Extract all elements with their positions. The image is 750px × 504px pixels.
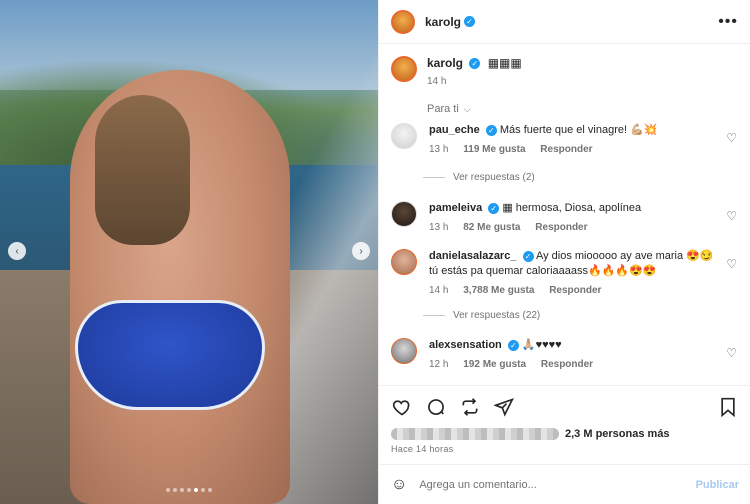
view-replies-label: Ver respuestas (2) xyxy=(453,172,535,183)
comment-text: ▦ hermosa, Diosa, apolínea xyxy=(502,202,642,214)
view-replies-label: Ver respuestas (22) xyxy=(453,310,541,321)
commenter-avatar[interactable] xyxy=(391,338,417,364)
woman-hair xyxy=(95,95,190,245)
view-replies-link[interactable]: Ver respuestas (22) xyxy=(423,310,540,321)
verified-icon: ✓ xyxy=(469,58,481,70)
view-replies-link[interactable]: Ver respuestas (2) xyxy=(423,172,535,183)
bookmark-save-icon[interactable] xyxy=(717,396,739,418)
carousel-dot xyxy=(166,488,170,492)
post-caption: karolg ✓ ▦▦▦ 14 h xyxy=(379,44,750,87)
reply-button[interactable]: Responder xyxy=(549,285,601,296)
commenter-username[interactable]: alexsensation xyxy=(429,339,502,351)
comment-composer: ☺ Publicar xyxy=(379,464,750,504)
carousel-prev-button[interactable]: ‹ xyxy=(8,242,26,260)
commenter-avatar[interactable] xyxy=(391,123,417,149)
caption-avatar[interactable] xyxy=(391,56,417,82)
chevron-down-icon: ⌵ xyxy=(463,104,471,114)
carousel-dot-active xyxy=(194,488,198,492)
comment-likes[interactable]: 3,788 Me gusta xyxy=(463,285,534,296)
likes-summary[interactable]: 2,3 M personas más xyxy=(391,428,739,440)
commenter-username[interactable]: danielasalazarc_ xyxy=(429,250,516,262)
verified-icon: ✓ xyxy=(507,339,519,351)
comment-item: danielasalazarc_ ✓ Ay dios miooooo ay av… xyxy=(391,249,743,298)
comment-item: pau_eche ✓ Más fuerte que el vinagre! 💪🏼… xyxy=(391,123,743,157)
comment-time: 12 h xyxy=(429,359,449,370)
post-media[interactable]: ‹ › xyxy=(0,0,378,504)
post-header: karolg ✓ ••• xyxy=(379,0,750,44)
comment-likes[interactable]: 119 Me gusta xyxy=(463,144,525,155)
sort-label: Para ti xyxy=(427,103,459,115)
reply-button[interactable]: Responder xyxy=(540,144,592,155)
post-actions: 2,3 M personas más Hace 14 horas xyxy=(379,385,750,454)
caption-text: ▦▦▦ xyxy=(487,56,522,70)
divider xyxy=(423,177,445,178)
verified-icon: ✓ xyxy=(488,202,500,214)
post-time-ago: Hace 14 horas xyxy=(391,444,454,454)
share-send-icon[interactable] xyxy=(493,396,515,418)
likes-count[interactable]: 2,3 M personas más xyxy=(565,428,670,440)
verified-icon: ✓ xyxy=(522,250,534,262)
comment-sort-dropdown[interactable]: Para ti ⌵ xyxy=(379,87,750,115)
reply-button[interactable]: Responder xyxy=(541,359,593,370)
like-heart-icon[interactable] xyxy=(391,396,413,418)
comment-likes[interactable]: 192 Me gusta xyxy=(463,359,526,370)
verified-icon: ✓ xyxy=(464,16,476,27)
comment-input[interactable] xyxy=(419,478,670,491)
repost-icon[interactable] xyxy=(459,396,481,418)
commenter-username[interactable]: pau_eche xyxy=(429,124,480,136)
emoji-icon[interactable]: ☺ xyxy=(391,476,407,494)
comment-time: 14 h xyxy=(429,285,449,296)
comment-item: pameleiva ✓ ▦ hermosa, Diosa, apolínea 1… xyxy=(391,201,743,235)
like-comment-heart-icon[interactable]: ♡ xyxy=(726,257,737,271)
commenter-username[interactable]: pameleiva xyxy=(429,202,482,214)
carousel-dot xyxy=(187,488,191,492)
comment-bubble-icon[interactable] xyxy=(425,396,447,418)
comments-panel: karolg ✓ ••• karolg ✓ ▦▦▦ 14 h Para ti ⌵ xyxy=(378,0,750,504)
carousel-next-button[interactable]: › xyxy=(352,242,370,260)
commenter-avatar[interactable] xyxy=(391,249,417,275)
caption-time: 14 h xyxy=(427,76,447,87)
blue-bikini xyxy=(75,300,265,410)
publish-button[interactable]: Publicar xyxy=(696,479,739,491)
comment-text: Más fuerte que el vinagre! 💪🏼💥 xyxy=(499,124,658,136)
commenter-avatar[interactable] xyxy=(391,201,417,227)
verified-icon: ✓ xyxy=(485,124,497,136)
author-username[interactable]: karolg xyxy=(425,15,461,29)
comment-time: 13 h xyxy=(429,144,449,155)
like-comment-heart-icon[interactable]: ♡ xyxy=(726,209,737,223)
like-comment-heart-icon[interactable]: ♡ xyxy=(726,131,737,145)
blurred-likers xyxy=(391,428,559,440)
author-avatar[interactable] xyxy=(391,9,415,34)
carousel-dots xyxy=(0,488,378,492)
carousel-dot xyxy=(208,488,212,492)
comment-text: 🙏🏼♥♥♥♥ xyxy=(521,339,562,351)
comment-likes[interactable]: 82 Me gusta xyxy=(463,222,520,233)
more-options-icon[interactable]: ••• xyxy=(718,13,738,31)
divider xyxy=(423,315,445,316)
carousel-dot xyxy=(173,488,177,492)
comment-time: 13 h xyxy=(429,222,449,233)
like-comment-heart-icon[interactable]: ♡ xyxy=(726,346,737,360)
carousel-dot xyxy=(201,488,205,492)
chevron-right-icon: › xyxy=(359,245,363,257)
chevron-left-icon: ‹ xyxy=(15,245,19,257)
instagram-post-view: ‹ › karolg ✓ ••• karolg ✓ ▦▦▦ 14 h Para … xyxy=(0,0,750,504)
comment-item: alexsensation ✓ 🙏🏼♥♥♥♥ 12 h 192 Me gusta… xyxy=(391,338,743,372)
reply-button[interactable]: Responder xyxy=(535,222,587,233)
caption-username[interactable]: karolg xyxy=(427,56,463,70)
carousel-dot xyxy=(180,488,184,492)
